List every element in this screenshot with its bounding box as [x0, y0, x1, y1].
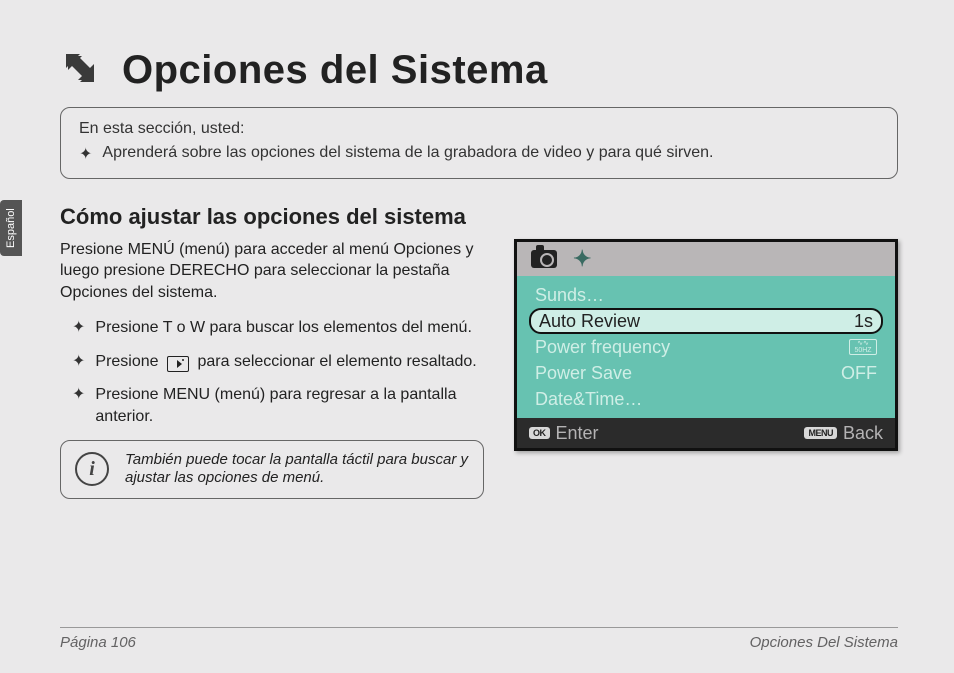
enter-label[interactable]: Enter — [556, 423, 599, 444]
left-column: Cómo ajustar las opciones del sistema Pr… — [60, 203, 484, 499]
wrench-icon: ✦ — [573, 246, 591, 272]
list-item: ✦ Presione MENU (menú) para regresar a l… — [60, 384, 484, 427]
play-record-icon — [167, 356, 189, 372]
menu-value: 50HZ — [854, 347, 871, 354]
text-part: Presione — [95, 353, 158, 370]
info-icon: i — [75, 452, 109, 486]
list-item: ✦ Presione T o W para buscar los element… — [60, 317, 484, 339]
device-footer: OK Enter MENU Back — [517, 418, 895, 448]
menu-row-auto-review[interactable]: Auto Review 1s — [529, 308, 883, 334]
tip-box: i También puede tocar la pantalla táctil… — [60, 440, 484, 500]
intro-item-text: Aprenderá sobre las opciones del sistema… — [102, 144, 713, 164]
menu-label: Power frequency — [535, 337, 670, 358]
device-tabs: ✦ — [517, 242, 895, 276]
intro-lead: En esta sección, usted: — [79, 120, 879, 138]
back-label[interactable]: Back — [843, 423, 883, 444]
menu-row-sounds[interactable]: Sunds… — [529, 282, 883, 308]
list-item-text: Presione T o W para buscar los elementos… — [95, 317, 472, 339]
device-menu-list: Sunds… Auto Review 1s Power frequency ∿∿… — [517, 276, 895, 418]
page-number: Página 106 — [60, 634, 136, 651]
menu-label: Date&Time… — [535, 389, 642, 410]
menu-label: Power Save — [535, 363, 632, 384]
star-icon: ✦ — [72, 384, 85, 427]
menu-value: OFF — [841, 363, 877, 384]
page-title: Opciones del Sistema — [122, 48, 548, 93]
star-icon: ✦ — [79, 144, 92, 164]
ok-pill: OK — [529, 427, 550, 439]
menu-row-power-frequency[interactable]: Power frequency ∿∿ 50HZ — [529, 334, 883, 360]
tip-text: También puede tocar la pantalla táctil p… — [125, 451, 469, 489]
section-heading: Cómo ajustar las opciones del sistema — [60, 203, 484, 231]
star-icon: ✦ — [72, 317, 85, 339]
arrow-down-right-icon — [60, 48, 100, 93]
page-content: Opciones del Sistema En esta sección, us… — [0, 0, 954, 519]
menu-row-date-time[interactable]: Date&Time… — [529, 386, 883, 412]
menu-label: Sunds… — [535, 285, 604, 306]
menu-label: Auto Review — [539, 311, 640, 332]
text-part: para seleccionar el elemento resaltado. — [197, 353, 476, 370]
list-item: ✦ Presione para seleccionar el elemento … — [60, 351, 484, 373]
page-footer: Página 106 Opciones Del Sistema — [60, 627, 898, 651]
camera-icon — [531, 250, 557, 268]
intro-item: ✦ Aprenderá sobre las opciones del siste… — [79, 144, 879, 164]
menu-row-power-save[interactable]: Power Save OFF — [529, 360, 883, 386]
menu-value: 1s — [854, 311, 873, 332]
content-row: Cómo ajustar las opciones del sistema Pr… — [60, 203, 898, 499]
device-screen: ✦ Sunds… Auto Review 1s Power frequency … — [514, 239, 898, 451]
menu-pill: MENU — [804, 427, 837, 439]
footer-section-title: Opciones Del Sistema — [750, 634, 898, 651]
title-row: Opciones del Sistema — [60, 48, 898, 93]
section-paragraph: Presione MENÚ (menú) para acceder al men… — [60, 239, 484, 304]
list-item-text: Presione MENU (menú) para regresar a la … — [95, 384, 484, 427]
instruction-list: ✦ Presione T o W para buscar los element… — [60, 317, 484, 427]
list-item-text: Presione para seleccionar el elemento re… — [95, 351, 476, 373]
frequency-icon: ∿∿ 50HZ — [849, 339, 877, 355]
language-tab: Español — [0, 200, 22, 256]
star-icon: ✦ — [72, 351, 85, 373]
intro-box: En esta sección, usted: ✦ Aprenderá sobr… — [60, 107, 898, 179]
device-wrap: ✦ Sunds… Auto Review 1s Power frequency … — [514, 239, 898, 499]
